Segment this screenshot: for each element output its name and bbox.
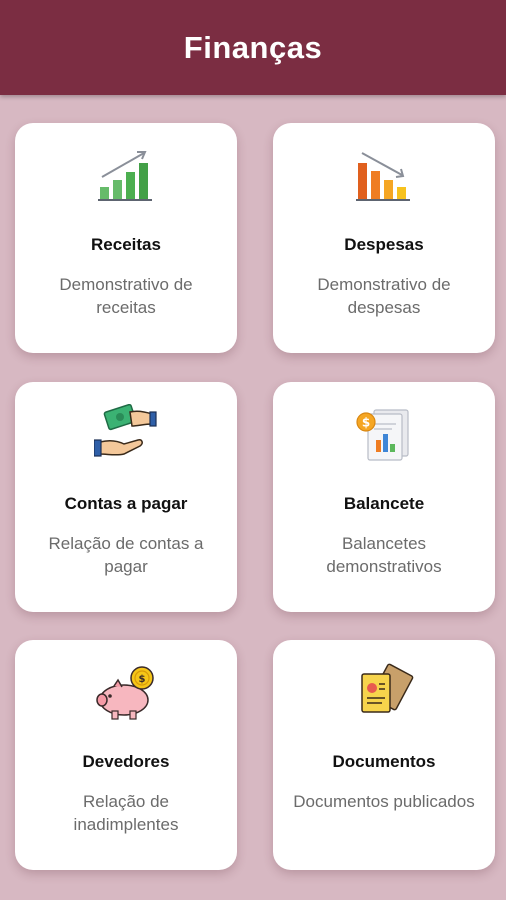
card-description: Documentos publicados bbox=[293, 792, 475, 811]
card-description: Demonstrativo de despesas bbox=[317, 275, 451, 317]
svg-text:$: $ bbox=[139, 674, 146, 685]
card-title: Despesas bbox=[344, 235, 424, 254]
app-header: Finanças bbox=[0, 0, 506, 95]
card-balancete[interactable]: $ Balancete Balancetes demonstrativos bbox=[273, 382, 495, 612]
card-receitas[interactable]: Receitas Demonstrativo de receitas bbox=[15, 123, 237, 353]
piggy-bank-icon: $ bbox=[94, 662, 158, 722]
card-devedores[interactable]: $ Devedores Relação de inadimplentes bbox=[15, 640, 237, 870]
page-title: Finanças bbox=[183, 29, 323, 65]
card-documentos[interactable]: Documentos Documentos publicados bbox=[273, 640, 495, 870]
documents-icon bbox=[352, 662, 416, 722]
card-title: Contas a pagar bbox=[64, 494, 188, 513]
card-description: Demonstrativo de receitas bbox=[59, 275, 193, 317]
svg-text:$: $ bbox=[362, 416, 370, 430]
card-description: Relação de inadimplentes bbox=[73, 792, 179, 834]
card-title: Documentos bbox=[332, 752, 436, 771]
report-document-icon: $ bbox=[352, 404, 416, 464]
growth-chart-icon bbox=[94, 145, 158, 205]
card-title: Receitas bbox=[91, 235, 161, 254]
card-despesas[interactable]: Despesas Demonstrativo de despesas bbox=[273, 123, 495, 353]
card-description: Relação de contas a pagar bbox=[48, 534, 204, 576]
card-title: Devedores bbox=[82, 752, 170, 771]
card-title: Balancete bbox=[343, 494, 425, 513]
card-description: Balancetes demonstrativos bbox=[326, 534, 442, 576]
decline-chart-icon bbox=[352, 145, 416, 205]
card-contas-a-pagar[interactable]: Contas a pagar Relação de contas a pagar bbox=[15, 382, 237, 612]
money-hands-icon bbox=[94, 404, 158, 464]
